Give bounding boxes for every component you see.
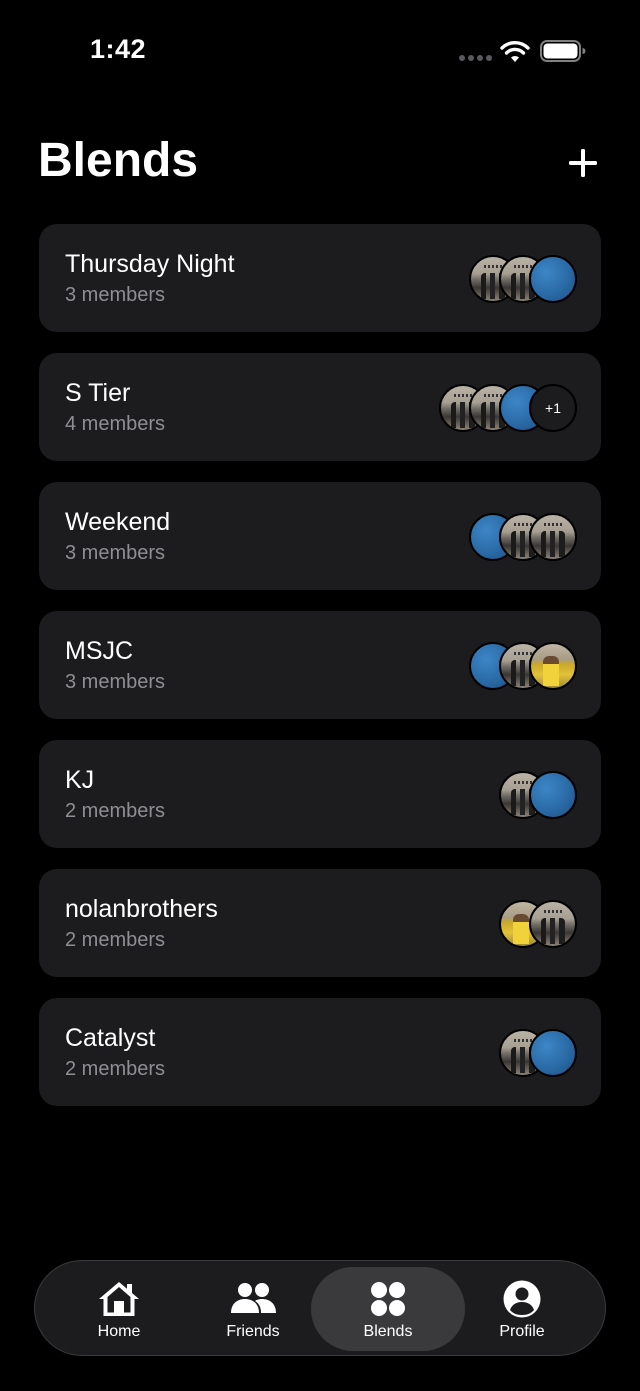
tab-friends-label: Friends bbox=[226, 1323, 280, 1340]
member-avatars bbox=[499, 1029, 577, 1077]
wifi-icon bbox=[500, 41, 530, 62]
blend-member-count: 3 members bbox=[65, 284, 166, 306]
blend-member-count: 2 members bbox=[65, 1058, 166, 1080]
cellular-signal-icon bbox=[459, 55, 492, 61]
blend-name: Weekend bbox=[65, 508, 171, 536]
blend-card[interactable]: Thursday Night 3 members bbox=[39, 224, 601, 332]
more-members-badge: +1 bbox=[529, 384, 577, 432]
people-icon bbox=[231, 1283, 276, 1313]
blend-card[interactable]: nolanbrothers 2 members bbox=[39, 869, 601, 977]
blend-member-count: 3 members bbox=[65, 542, 166, 564]
avatar bbox=[529, 513, 577, 561]
tab-profile[interactable]: Profile bbox=[445, 1267, 599, 1351]
tab-blends-label: Blends bbox=[363, 1323, 413, 1340]
add-blend-button[interactable] bbox=[562, 142, 604, 184]
blend-name: KJ bbox=[65, 766, 95, 794]
avatar bbox=[529, 255, 577, 303]
avatar bbox=[529, 642, 577, 690]
member-avatars bbox=[469, 513, 577, 561]
blend-card[interactable]: KJ 2 members bbox=[39, 740, 601, 848]
blend-member-count: 3 members bbox=[65, 671, 166, 693]
blend-name: Catalyst bbox=[65, 1024, 156, 1052]
plus-icon bbox=[569, 149, 597, 177]
status-time: 1:42 bbox=[90, 34, 147, 64]
blend-card[interactable]: Weekend 3 members bbox=[39, 482, 601, 590]
blend-card[interactable]: S Tier 4 members +1 bbox=[39, 353, 601, 461]
tab-home[interactable]: Home bbox=[42, 1267, 196, 1351]
person-circle-icon bbox=[503, 1280, 541, 1318]
tab-friends[interactable]: Friends bbox=[176, 1267, 330, 1351]
member-avatars: +1 bbox=[439, 384, 577, 432]
blend-card[interactable]: Catalyst 2 members bbox=[39, 998, 601, 1106]
grid-dots-icon bbox=[371, 1282, 405, 1316]
member-avatars bbox=[469, 642, 577, 690]
tab-blends[interactable]: Blends bbox=[311, 1267, 465, 1351]
avatar bbox=[529, 1029, 577, 1077]
blend-name: nolanbrothers bbox=[65, 895, 218, 923]
tab-bar: Home Friends Blends Profile bbox=[34, 1260, 606, 1356]
blend-name: MSJC bbox=[65, 637, 134, 665]
tab-home-label: Home bbox=[97, 1323, 141, 1340]
page-title: Blends bbox=[38, 134, 199, 187]
member-avatars bbox=[499, 900, 577, 948]
tab-profile-label: Profile bbox=[499, 1323, 545, 1340]
blend-member-count: 2 members bbox=[65, 929, 166, 951]
house-icon bbox=[99, 1282, 139, 1316]
status-bar: 1:42 bbox=[0, 0, 640, 100]
avatar bbox=[529, 900, 577, 948]
member-avatars bbox=[469, 255, 577, 303]
blend-name: S Tier bbox=[65, 379, 131, 407]
member-avatars bbox=[499, 771, 577, 819]
blend-name: Thursday Night bbox=[65, 250, 235, 278]
battery-icon bbox=[540, 40, 586, 62]
blend-member-count: 4 members bbox=[65, 413, 166, 435]
avatar bbox=[529, 771, 577, 819]
blend-member-count: 2 members bbox=[65, 800, 166, 822]
blend-card[interactable]: MSJC 3 members bbox=[39, 611, 601, 719]
blend-list: Thursday Night 3 members S Tier 4 member… bbox=[39, 224, 601, 1127]
